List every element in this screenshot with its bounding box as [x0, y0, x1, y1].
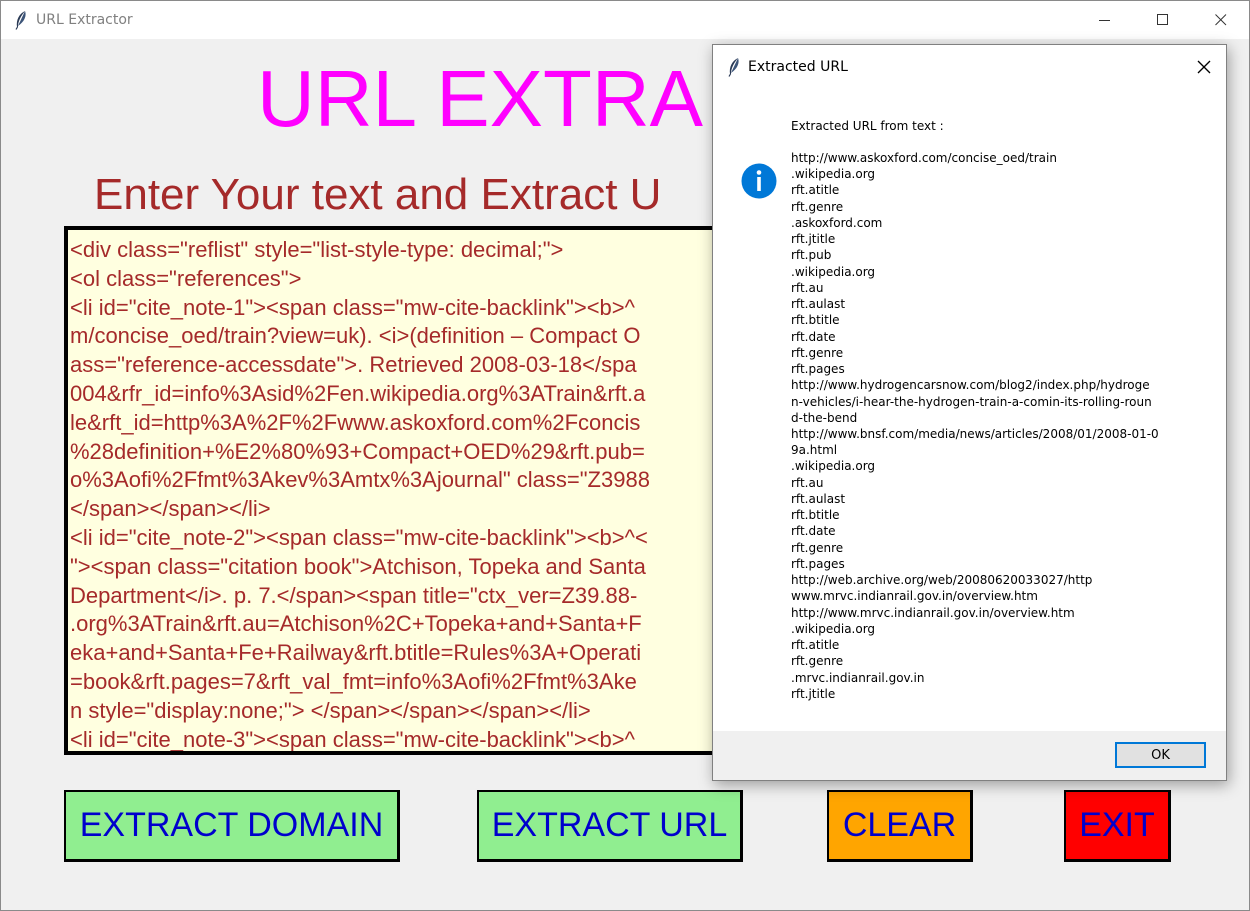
text-input-area[interactable]: <div class="reflist" style="list-style-t… [64, 226, 744, 755]
dialog-footer: OK [713, 731, 1226, 780]
dialog-title-bar[interactable]: Extracted URL [713, 45, 1226, 89]
text-line: 004&rfr_id=info%3Asid%2Fen.wikipedia.org… [70, 380, 646, 406]
feather-icon [726, 57, 742, 77]
url-line: http://www.askoxford.com/concise_oed/tra… [791, 151, 1057, 165]
text-line: Department</i>. p. 7.</span><span title=… [70, 582, 638, 608]
text-line: <li id="cite_note-2"><span class="mw-cit… [70, 524, 648, 550]
url-line: rft.au [791, 475, 824, 490]
url-line: rft.aulast [791, 491, 846, 506]
minimize-button[interactable] [1076, 1, 1134, 39]
close-icon [1215, 14, 1227, 26]
url-line: rft.pub [791, 248, 832, 263]
text-input-content: <div class="reflist" style="list-style-t… [70, 236, 650, 752]
exit-button[interactable]: EXIT [1064, 790, 1171, 862]
text-line: <li id="cite_note-1"><span class="mw-cit… [70, 294, 635, 320]
extracted-url-dialog: Extracted URL Extracted URL from text : … [712, 44, 1227, 781]
url-line: .wikipedia.org [791, 621, 876, 636]
url-line: www.mrvc.indianrail.gov.in/overview.htm [791, 589, 1038, 604]
text-line: m/concise_oed/train?view=uk). <i>(defini… [70, 323, 641, 349]
url-line: rft.date [791, 524, 836, 539]
extract-url-button[interactable]: EXTRACT URL [477, 790, 743, 862]
text-line: <div class="reflist" style="list-style-t… [70, 237, 564, 262]
text-line: =book&rft.pages=7&rft_val_fmt=info%3Aofi… [70, 668, 637, 694]
url-line: rft.btitle [791, 508, 840, 523]
dialog-close-button[interactable] [1190, 54, 1218, 80]
window-title: URL Extractor [36, 12, 133, 28]
url-line: http://web.archive.org/web/2008062003302… [791, 573, 1093, 588]
url-line: rft.aulast [791, 297, 846, 312]
text-line: ass="reference-accessdate">. Retrieved 2… [70, 352, 637, 378]
text-line: %28definition+%E2%80%93+Compact+OED%29&r… [70, 438, 645, 464]
url-line: rft.genre [791, 199, 844, 214]
url-line: .wikipedia.org [791, 264, 876, 279]
url-line: rft.atitle [791, 638, 840, 653]
close-button[interactable] [1192, 1, 1249, 39]
close-icon [1197, 60, 1211, 74]
text-line: le&rft_id=http%3A%2F%2Fwww.askoxford.com… [70, 409, 641, 435]
url-line: rft.btitle [791, 313, 840, 328]
text-line: o%3Aofi%2Ffmt%3Akev%3Amtx%3Ajournal" cla… [70, 467, 650, 493]
info-icon [741, 163, 777, 199]
text-line: <ol class="references"> [70, 265, 302, 291]
text-line: .org%3ATrain&rft.au=Atchison%2C+Topeka+a… [70, 611, 642, 637]
url-line: http://www.bnsf.com/media/news/articles/… [791, 426, 1159, 441]
url-line: rft.genre [791, 540, 844, 555]
url-line: rft.atitle [791, 183, 840, 198]
url-line: n-vehicles/i-hear-the-hydrogen-train-a-c… [791, 394, 1152, 409]
ok-button[interactable]: OK [1115, 742, 1206, 768]
text-line: n style="display:none;"> </span></span><… [70, 697, 591, 723]
dialog-message: Extracted URL from text : http://www.ask… [791, 118, 1159, 702]
url-line: d-the-bend [791, 410, 858, 425]
url-line: rft.pages [791, 556, 845, 571]
text-line: "><span class="citation book">Atchison, … [70, 553, 646, 579]
text-line: eka+and+Santa+Fe+Railway&rft.btitle=Rule… [70, 640, 642, 666]
url-line: .wikipedia.org [791, 459, 876, 474]
clear-button[interactable]: CLEAR [827, 790, 973, 862]
url-line: rft.jtitle [791, 686, 836, 701]
url-line: .wikipedia.org [791, 167, 876, 182]
title-bar[interactable]: URL Extractor [1, 1, 1249, 39]
url-line: http://www.mrvc.indianrail.gov.in/overvi… [791, 605, 1075, 620]
maximize-button[interactable] [1134, 1, 1192, 39]
app-heading: URL EXTRA [257, 54, 704, 143]
feather-icon [13, 10, 29, 30]
url-line: rft.au [791, 280, 824, 295]
dialog-heading: Extracted URL from text : [791, 119, 944, 133]
maximize-icon [1157, 14, 1168, 25]
text-line: </span></span></li> [70, 496, 271, 522]
minimize-icon [1099, 20, 1110, 21]
url-line: rft.genre [791, 345, 844, 360]
url-line: rft.jtitle [791, 232, 836, 247]
url-line: rft.genre [791, 654, 844, 669]
url-line: rft.pages [791, 362, 845, 377]
url-list: http://www.askoxford.com/concise_oed/tra… [791, 150, 1159, 702]
extract-domain-button[interactable]: EXTRACT DOMAIN [64, 790, 400, 862]
url-line: http://www.hydrogencarsnow.com/blog2/ind… [791, 378, 1150, 393]
dialog-title: Extracted URL [748, 59, 848, 75]
url-line: .askoxford.com [791, 215, 883, 230]
url-line: rft.date [791, 329, 836, 344]
app-subheading: Enter Your text and Extract U [94, 170, 662, 219]
url-line: .mrvc.indianrail.gov.in [791, 670, 925, 685]
text-line: <li id="cite_note-3"><span class="mw-cit… [70, 726, 635, 752]
url-line: 9a.html [791, 443, 838, 458]
